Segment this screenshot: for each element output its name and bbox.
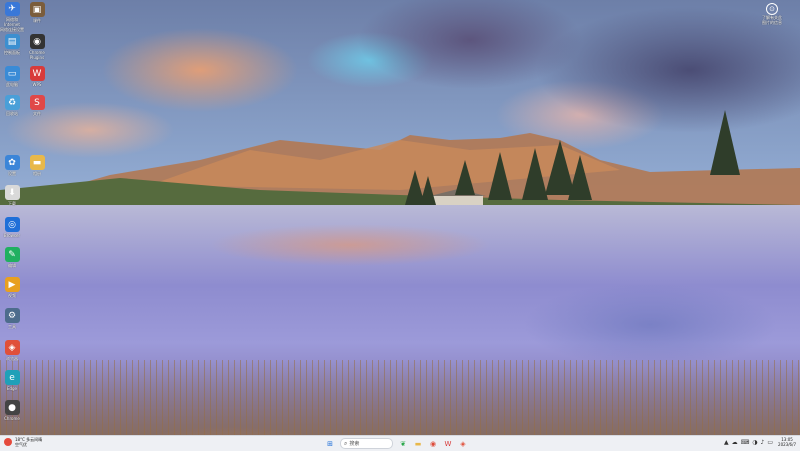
network-status-icon[interactable]: ◑ <box>752 439 757 446</box>
red-browser-icon: ◈ <box>4 340 20 355</box>
settings-app-icon: ✿ <box>4 155 20 170</box>
weather-condition: 空气优 <box>15 442 27 447</box>
keyboard-icon[interactable]: ⌨ <box>741 439 750 446</box>
download-app-icon: ⬇ <box>4 185 20 200</box>
desktop-icon-label: 工具 <box>8 324 16 329</box>
computer-icon: ▭ <box>4 66 20 81</box>
desktop-icon[interactable]: ⬇ 下载 <box>0 185 24 215</box>
desktop-icon-label: 相册 <box>33 171 41 176</box>
desktop-icon-label: Edge <box>6 386 18 391</box>
wps-taskbar-icon[interactable]: W <box>443 439 453 449</box>
file-explorer-icon[interactable]: ▬ <box>413 439 423 449</box>
search-icon: ⌕ <box>344 439 348 447</box>
desktop-icon[interactable]: ✎ 编辑 <box>0 247 24 277</box>
desktop-icon-label: Browser <box>3 233 21 238</box>
desktop-icon-label: 网络和Internet 网络连接设置 <box>0 17 24 32</box>
plugin-icon: ◉ <box>29 34 45 49</box>
desktop-icon[interactable]: ◎ Browser <box>0 217 24 247</box>
search-placeholder: 搜索 <box>349 441 360 447</box>
system-tray: ▲ ☁ ⌨ ◑ ♪ ▭ 13:05 2023/6/7 <box>724 437 796 447</box>
desktop-icon-label: 文件 <box>33 111 41 116</box>
desktop-icon-label: 浏览器 <box>6 356 18 361</box>
battery-icon[interactable]: ▭ <box>767 439 773 446</box>
desktop-icon-label: 回收站 <box>6 111 18 116</box>
chrome-taskbar-icon[interactable]: ◉ <box>428 439 438 449</box>
file-app-icon: S <box>29 95 45 110</box>
taskbar: 18°C 多云间晴 空气优 ⊞ ⌕ 搜索 ❦ ▬ ◉ W ◈ ▲ ☁ ⌨ ◑ ♪ ▭ 13:05 … <box>0 435 800 451</box>
recycle-bin-icon: ♻ <box>4 95 20 110</box>
taskbar-search-box[interactable]: ⌕ 搜索 <box>340 438 393 449</box>
desktop-icon-label: Chrome Plugins <box>29 50 45 60</box>
desktop-icon-label: 控制面板 <box>4 50 20 55</box>
start-button[interactable]: ⊞ <box>325 439 335 449</box>
edge-icon: e <box>4 370 20 385</box>
desktop-icon[interactable]: ▬ 相册 <box>25 155 49 185</box>
desktop-icon[interactable]: ✈ 网络和Internet 网络连接设置 <box>0 2 24 32</box>
system-clock[interactable]: 13:05 2023/6/7 <box>778 437 796 447</box>
show-hidden-icons-chevron-icon[interactable]: ▲ <box>724 439 729 446</box>
desktop-icon[interactable]: S 文件 <box>25 95 49 125</box>
wallpaper-reeds <box>0 360 800 435</box>
volume-icon[interactable]: ♪ <box>761 439 765 446</box>
desktop-icon-label: 设置 <box>8 171 16 176</box>
desktop-icon[interactable]: ▤ 控制面板 <box>0 34 24 64</box>
cloud-icon[interactable]: ☁ <box>732 439 738 446</box>
desktop-icon-label: Chrome <box>4 416 20 421</box>
desktop-icon[interactable]: ▭ 此电脑 <box>0 66 24 96</box>
desktop-icon-label: 下载 <box>8 201 16 206</box>
learn-about-picture-label: 了解有关此 图片的信息 <box>762 15 782 25</box>
camera-info-icon: ⊙ <box>766 3 778 15</box>
folder-icon: ▬ <box>29 155 45 170</box>
desktop-icon-label: WPS <box>32 82 42 87</box>
wps-icon: W <box>29 66 45 81</box>
red-app-taskbar-icon[interactable]: ◈ <box>458 439 468 449</box>
taskbar-center: ⊞ ⌕ 搜索 ❦ ▬ ◉ W ◈ <box>325 438 468 449</box>
desktop: ✈ 网络和Internet 网络连接设置 ▣ 课件 ▤ 控制面板 ◉ Chrome Plugi… <box>0 0 800 435</box>
desktop-icon[interactable]: e Edge <box>0 370 24 400</box>
tool-app-icon: ⚙ <box>4 308 20 323</box>
control-panel-icon: ▤ <box>4 34 20 49</box>
desktop-icon[interactable]: ◈ 浏览器 <box>0 340 24 370</box>
leaf-taskbar-icon[interactable]: ❦ <box>398 439 408 449</box>
weather-widget[interactable]: 18°C 多云间晴 空气优 <box>4 437 42 447</box>
desktop-icon[interactable]: ▶ 视频 <box>0 277 24 307</box>
desktop-icon-label: 编辑 <box>8 263 16 268</box>
desktop-icon-label: 视频 <box>8 293 16 298</box>
desktop-icon[interactable]: W WPS <box>25 66 49 96</box>
desktop-icon[interactable]: ♻ 回收站 <box>0 95 24 125</box>
desktop-icon-label: 此电脑 <box>6 82 18 87</box>
folder-image-icon: ▣ <box>29 2 45 17</box>
desktop-icon[interactable]: ▣ 课件 <box>25 2 49 32</box>
network-icon: ✈ <box>4 2 20 16</box>
weather-icon <box>4 438 12 446</box>
desktop-icon-label: 课件 <box>33 18 41 23</box>
learn-about-picture-widget[interactable]: ⊙ 了解有关此 图片的信息 <box>752 3 792 25</box>
chrome-icon: ● <box>4 400 20 415</box>
clock-date: 2023/6/7 <box>778 442 796 447</box>
desktop-icon[interactable]: ● Chrome <box>0 400 24 430</box>
leaf-app-icon: ✎ <box>4 247 20 262</box>
desktop-icon[interactable]: ◉ Chrome Plugins <box>25 34 49 64</box>
video-app-icon: ▶ <box>4 277 20 292</box>
desktop-icon[interactable]: ✿ 设置 <box>0 155 24 185</box>
browser-icon: ◎ <box>4 217 20 232</box>
desktop-icon[interactable]: ⚙ 工具 <box>0 308 24 338</box>
